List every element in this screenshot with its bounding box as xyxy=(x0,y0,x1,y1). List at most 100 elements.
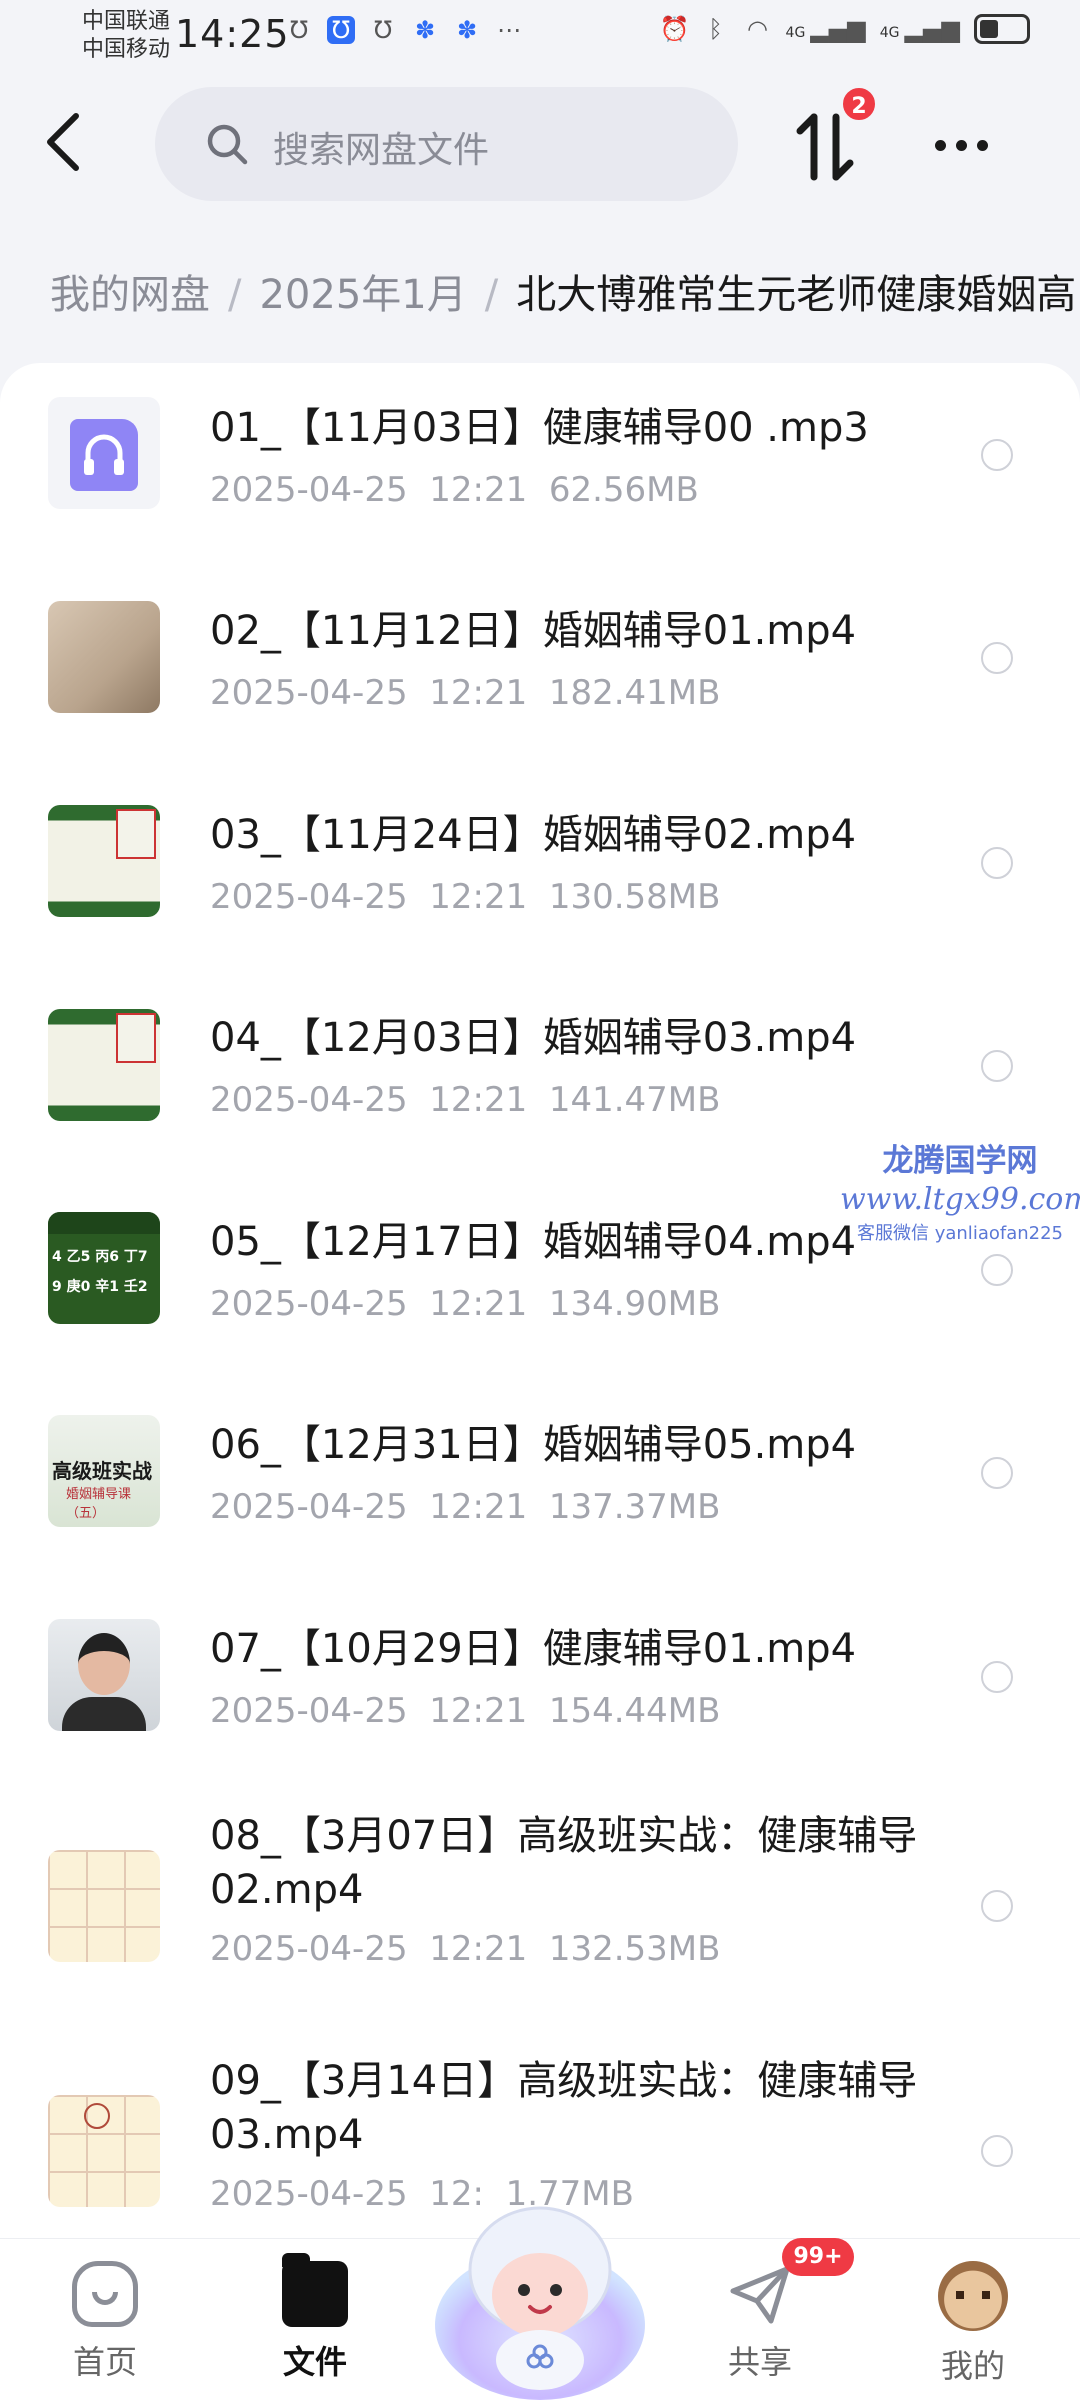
alarm-icon: ⏰ xyxy=(659,15,690,43)
file-date: 2025-04-25 xyxy=(210,1487,408,1527)
signal-icon: 4G ▂▄▆ xyxy=(880,15,960,43)
bluetooth-icon: ᛒ xyxy=(708,15,723,43)
select-checkbox[interactable] xyxy=(981,642,1013,674)
more-notifications-icon: ⋯ xyxy=(497,16,521,44)
carrier-2: 中国移动 xyxy=(82,37,171,62)
home-icon xyxy=(72,2261,138,2327)
wifi-icon: ◠ xyxy=(747,15,768,43)
file-row[interactable]: 01_【11月03日】健康辅导00 .mp3 2025-04-25 12:21 … xyxy=(0,363,1080,563)
select-checkbox[interactable] xyxy=(981,1050,1013,1082)
file-thumbnail xyxy=(48,2095,160,2207)
nav-share[interactable]: 共享 xyxy=(695,2261,825,2383)
file-date: 2025-04-25 xyxy=(210,877,408,917)
nav-home[interactable]: 首页 xyxy=(40,2261,170,2383)
file-thumbnail xyxy=(48,805,160,917)
file-size: 182.41MB xyxy=(548,673,721,713)
file-name: 02_【11月12日】婚姻辅导01.mp4 xyxy=(210,608,857,654)
file-time: 12:21 xyxy=(429,1080,528,1120)
watermark-contact: 客服微信 yanliaofan225 xyxy=(857,1223,1063,1244)
dot-icon xyxy=(956,139,967,151)
file-size: 132.53MB xyxy=(548,1929,721,1969)
file-time: 12:21 xyxy=(429,1487,528,1527)
file-date: 2025-04-25 xyxy=(210,673,408,713)
breadcrumb-item-root[interactable]: 我的网盘 xyxy=(50,272,210,318)
breadcrumb: 我的网盘 / 2025年1月 / 北大博雅常生元老师健康婚姻高 xyxy=(50,265,1080,325)
file-size: 62.56MB xyxy=(548,470,699,510)
file-time: 12:21 xyxy=(429,673,528,713)
file-name: 07_【10月29日】健康辅导01.mp4 xyxy=(210,1626,857,1672)
mascot-icon xyxy=(435,2206,645,2400)
thumbnail-subtitle: 婚姻辅导课（五） xyxy=(66,1487,132,1521)
search-placeholder: 搜索网盘文件 xyxy=(273,130,490,171)
avatar-icon xyxy=(938,2261,1008,2331)
file-name: 06_【12月31日】婚姻辅导05.mp4 xyxy=(210,1422,857,1468)
app-notification-icon: Ʊ xyxy=(289,16,309,44)
more-options-button[interactable] xyxy=(935,130,995,160)
select-checkbox[interactable] xyxy=(981,439,1013,471)
share-badge: 99+ xyxy=(782,2238,854,2276)
file-size: 141.47MB xyxy=(548,1080,721,1120)
signal-bars-icon: ▂▄▆ xyxy=(904,15,960,43)
nav-label: 文件 xyxy=(282,2343,347,2381)
system-icons: ⏰ ᛒ ◠ 4G ▂▄▆ 4G ▂▄▆ xyxy=(660,14,1030,44)
file-thumbnail xyxy=(48,1619,160,1731)
signal-type-2: 4G xyxy=(879,25,900,41)
dot-icon xyxy=(935,139,946,151)
select-checkbox[interactable] xyxy=(981,2135,1013,2167)
nav-label: 共享 xyxy=(727,2343,792,2381)
assistant-mascot-button[interactable] xyxy=(428,2175,653,2400)
file-name: 04_【12月03日】婚姻辅导03.mp4 xyxy=(210,1015,857,1061)
file-time: 12:21 xyxy=(429,470,528,510)
file-row[interactable]: 08_【3月07日】高级班实战：健康辅导02.mp4 2025-04-25 12… xyxy=(0,1783,1080,2028)
file-thumbnail xyxy=(48,1009,160,1121)
battery-icon xyxy=(974,14,1030,44)
file-meta: 2025-04-25 12:21 182.41MB xyxy=(210,673,720,713)
file-thumbnail: 高级班实战 婚姻辅导课（五） xyxy=(48,1415,160,1527)
search-icon xyxy=(207,124,248,165)
audio-file-icon xyxy=(70,419,138,491)
file-time: 12:21 xyxy=(429,1929,528,1969)
file-size: 137.37MB xyxy=(548,1487,721,1527)
back-button[interactable] xyxy=(40,110,90,175)
nav-files[interactable]: 文件 xyxy=(250,2253,380,2383)
breadcrumb-separator: / xyxy=(228,272,242,318)
file-meta: 2025-04-25 12:21 134.90MB xyxy=(210,1284,720,1324)
carrier-names: 中国联通 中国移动 xyxy=(82,8,170,64)
headphones-icon xyxy=(84,434,124,475)
file-size: 134.90MB xyxy=(548,1284,721,1324)
carrier-1: 中国联通 xyxy=(82,9,171,34)
select-checkbox[interactable] xyxy=(981,1254,1013,1286)
breadcrumb-item-current: 北大博雅常生元老师健康婚姻高 xyxy=(516,272,1077,318)
signal-bars-icon: ▂▄▆ xyxy=(810,15,866,43)
select-checkbox[interactable] xyxy=(981,1890,1013,1922)
file-meta: 2025-04-25 12:21 154.44MB xyxy=(210,1691,720,1731)
select-checkbox[interactable] xyxy=(981,847,1013,879)
file-date: 2025-04-25 xyxy=(210,1691,408,1731)
top-bar: 搜索网盘文件 2 xyxy=(0,85,1080,201)
breadcrumb-item-month[interactable]: 2025年1月 xyxy=(259,272,466,318)
transfer-badge: 2 xyxy=(840,85,878,123)
file-name: 05_【12月17日】婚姻辅导04.mp4 xyxy=(210,1219,857,1265)
file-thumbnail xyxy=(48,601,160,713)
app-notification-icon: Ʊ xyxy=(373,16,393,44)
nav-me[interactable]: 我的 xyxy=(908,2261,1038,2387)
nav-label: 首页 xyxy=(72,2343,137,2381)
file-date: 2025-04-25 xyxy=(210,1929,408,1969)
signal-type-1: 4G xyxy=(785,25,806,41)
file-name: 08_【3月07日】高级班实战：健康辅导02.mp4 xyxy=(210,1813,918,1913)
folder-icon xyxy=(282,2253,348,2327)
app-notification-icon: Ʊ xyxy=(327,16,355,44)
file-row[interactable]: 02_【11月12日】婚姻辅导01.mp4 2025-04-25 12:21 1… xyxy=(0,563,1080,768)
dot-icon xyxy=(977,139,988,151)
file-size: 154.44MB xyxy=(548,1691,721,1731)
select-checkbox[interactable] xyxy=(981,1457,1013,1489)
file-time: 12:21 xyxy=(429,1691,528,1731)
signal-icon: 4G ▂▄▆ xyxy=(786,15,866,43)
file-row[interactable]: 高级班实战 婚姻辅导课（五） 06_【12月31日】婚姻辅导05.mp4 202… xyxy=(0,1378,1080,1583)
watermark-url: www.ltgx99.com xyxy=(840,1182,1080,1217)
search-input[interactable]: 搜索网盘文件 xyxy=(155,87,738,201)
notification-icons: Ʊ Ʊ Ʊ ✽ ✽ ⋯ xyxy=(285,16,523,44)
file-row[interactable]: 07_【10月29日】健康辅导01.mp4 2025-04-25 12:21 1… xyxy=(0,1583,1080,1783)
file-row[interactable]: 03_【11月24日】婚姻辅导02.mp4 2025-04-25 12:21 1… xyxy=(0,768,1080,973)
select-checkbox[interactable] xyxy=(981,1661,1013,1693)
